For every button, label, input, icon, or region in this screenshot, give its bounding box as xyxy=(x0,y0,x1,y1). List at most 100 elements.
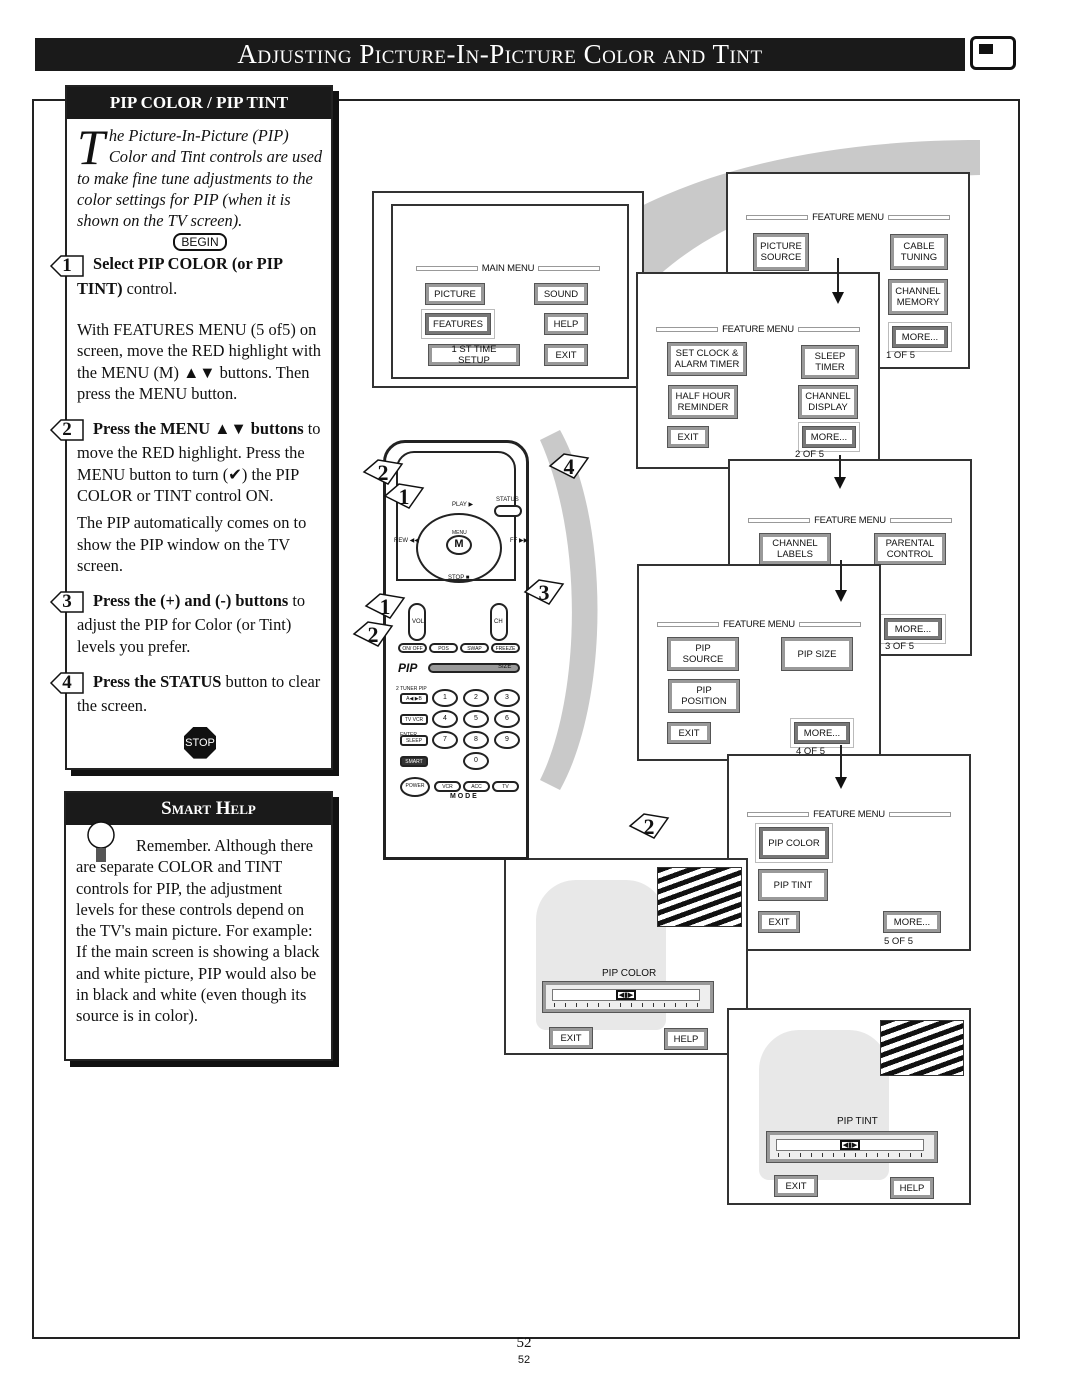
menu-button-channel-display[interactable]: CHANNEL DISPLAY xyxy=(798,385,858,419)
flow-arrow xyxy=(835,560,847,602)
menu-button-picture[interactable]: PICTURE xyxy=(425,283,485,305)
digit-button-4[interactable]: 4 xyxy=(432,710,458,728)
level-slider[interactable]: ◀▮▶ xyxy=(766,1131,938,1163)
menu-button-exit[interactable]: EXIT xyxy=(549,1027,593,1049)
digit-button-1[interactable]: 1 xyxy=(432,689,458,707)
menu-button-pip-position[interactable]: PIP POSITION xyxy=(668,679,740,713)
tv-icon xyxy=(970,36,1016,70)
step-number: 3 xyxy=(62,591,72,613)
begin-badge: BEGIN xyxy=(173,233,227,252)
menu-button-help[interactable]: HELP xyxy=(544,313,588,335)
menu-button-cable-tuning[interactable]: CABLE TUNING xyxy=(890,234,948,270)
menu-button-help[interactable]: HELP xyxy=(664,1028,708,1050)
digit-button-8[interactable]: 8 xyxy=(463,731,489,749)
smart-help-panel: Smart Help Remember. Although there are … xyxy=(64,791,333,1061)
page-number: 52 xyxy=(516,1335,532,1351)
menu-button-1-st-time-setup[interactable]: 1 ST TIME SETUP xyxy=(428,344,520,366)
remote-tv-vcr-button[interactable]: TV VCR xyxy=(400,714,428,725)
slider-thumb[interactable]: ◀▮▶ xyxy=(616,990,636,1000)
pip-pos-button[interactable]: POS xyxy=(429,643,458,653)
step-number-badge: 4 xyxy=(49,671,85,695)
step-tag-number: 3 xyxy=(538,580,550,605)
ch-label: CH xyxy=(494,619,503,625)
menu-button-set-clock-alarm-timer[interactable]: SET CLOCK & ALARM TIMER xyxy=(667,342,747,376)
menu-button-pip-tint[interactable]: PIP TINT xyxy=(758,869,828,901)
pip-logo: PIP xyxy=(398,661,418,675)
digit-button-9[interactable]: 9 xyxy=(494,731,520,749)
pip-swap-button[interactable]: SWAP xyxy=(460,643,489,653)
slider-thumb[interactable]: ◀▮▶ xyxy=(840,1140,860,1150)
remote-sleep-button[interactable]: SLEEP xyxy=(400,735,428,746)
menu-button-more[interactable]: MORE... xyxy=(892,326,948,348)
menu-button-channel-memory[interactable]: CHANNEL MEMORY xyxy=(888,279,948,315)
menu-button-more[interactable]: MORE... xyxy=(884,618,942,640)
digit-button-3[interactable]: 3 xyxy=(494,689,520,707)
pip-window-picture xyxy=(880,1020,964,1076)
menu-button-more[interactable]: MORE... xyxy=(883,911,941,933)
status-button[interactable] xyxy=(494,505,522,517)
menu-button-pip-color[interactable]: PIP COLOR xyxy=(759,827,829,859)
slider-label: PIP COLOR xyxy=(602,968,657,979)
step-tag-number: 2 xyxy=(367,622,379,647)
step-number: 2 xyxy=(62,419,72,441)
menu-button-exit[interactable]: EXIT xyxy=(667,426,709,448)
menu-button[interactable]: M xyxy=(446,535,472,555)
digit-button-2[interactable]: 2 xyxy=(463,689,489,707)
step-tag-3: 3 xyxy=(523,578,565,606)
menu-page-indicator: 1 OF 5 xyxy=(886,350,916,361)
menu-button-sound[interactable]: SOUND xyxy=(534,283,588,305)
remote-a-b-button[interactable]: A◀ ▶B xyxy=(400,693,428,704)
power-button[interactable]: POWER xyxy=(400,777,430,797)
step-heading: Press the MENU ▲▼ buttons xyxy=(93,419,304,439)
step-3: 3 Press the (+) and (-) buttons to adjust… xyxy=(49,590,323,657)
menu-button-features[interactable]: FEATURES xyxy=(425,313,491,335)
menu-button-exit[interactable]: EXIT xyxy=(774,1175,818,1197)
mode-label: M O D E xyxy=(450,793,477,800)
step-4: 4 Press the STATUS button to clear the sc… xyxy=(49,671,323,717)
step-tag-2: 2 xyxy=(352,620,394,648)
step-number-badge: 3 xyxy=(49,590,85,614)
pip-tint-screen: PIP TINT ◀▮▶ EXIT HELP xyxy=(727,1008,971,1205)
menu-button-parental-control[interactable]: PARENTAL CONTROL xyxy=(874,533,946,565)
menu-button-exit[interactable]: EXIT xyxy=(667,722,711,744)
step-1: 1 Select PIP COLOR (or PIP TINT) control. xyxy=(49,253,323,299)
rew-label: REW ◀◀ xyxy=(394,538,419,544)
status-label: STATUS xyxy=(496,497,519,503)
pip-on-off-button[interactable]: ON/ OFF xyxy=(398,643,427,653)
step-heading: Press the (+) and (-) buttons xyxy=(93,591,289,611)
page-title: Adjusting Picture-In-Picture Color and T… xyxy=(35,38,965,71)
remote-smart-button[interactable]: SMART xyxy=(400,756,428,767)
ff-label: FF ▶▶ xyxy=(510,538,529,544)
step-tag-1: 1 xyxy=(364,592,406,620)
menu-button-more[interactable]: MORE... xyxy=(802,426,856,448)
menu-button-picture-source[interactable]: PICTURE SOURCE xyxy=(753,233,809,271)
digit-button-6[interactable]: 6 xyxy=(494,710,520,728)
mode-acc-button[interactable]: ACC xyxy=(463,781,490,792)
menu-button-half-hour-reminder[interactable]: HALF HOUR REMINDER xyxy=(668,385,738,419)
step-tag-1: 1 xyxy=(383,482,425,510)
menu-title: FEATURE MENU xyxy=(730,515,970,526)
menu-button-exit[interactable]: EXIT xyxy=(544,344,588,366)
digit-button-7[interactable]: 7 xyxy=(432,731,458,749)
level-slider[interactable]: ◀▮▶ xyxy=(542,981,714,1013)
menu-button-more[interactable]: MORE... xyxy=(794,722,850,744)
step-detail: The PIP automatically comes on to show t… xyxy=(77,513,307,575)
menu-title: FEATURE MENU xyxy=(638,324,878,335)
mode-vcr-button[interactable]: VCR xyxy=(434,781,461,792)
menu-button-pip-size[interactable]: PIP SIZE xyxy=(781,637,853,671)
menu-button-sleep-timer[interactable]: SLEEP TIMER xyxy=(801,345,859,379)
menu-button-pip-source[interactable]: PIP SOURCE xyxy=(667,637,739,671)
step-number-badge: 2 xyxy=(49,418,85,442)
menu-button-help[interactable]: HELP xyxy=(890,1177,934,1199)
menu-label: MENU xyxy=(452,530,467,536)
slider-ticks xyxy=(778,1153,922,1157)
slider-label: PIP TINT xyxy=(837,1116,878,1127)
digit-button-5[interactable]: 5 xyxy=(463,710,489,728)
drop-cap: T xyxy=(77,119,105,175)
digit-button-0[interactable]: 0 xyxy=(463,752,489,770)
menu-button-channel-labels[interactable]: CHANNEL LABELS xyxy=(759,533,831,565)
mode-tv-button[interactable]: TV xyxy=(492,781,519,792)
pip-freeze-button[interactable]: FREEZE xyxy=(491,643,520,653)
menu-button-exit[interactable]: EXIT xyxy=(758,911,800,933)
step-tag-4: 4 xyxy=(548,452,590,480)
